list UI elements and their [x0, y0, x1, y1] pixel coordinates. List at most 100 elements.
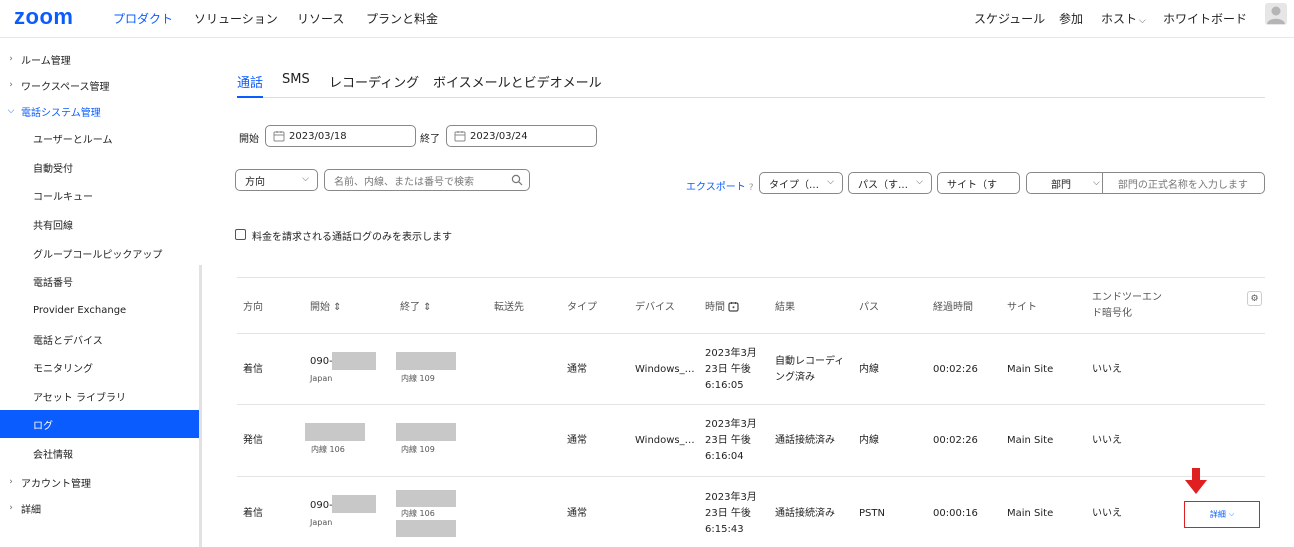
- department-divider: [1102, 173, 1103, 193]
- detail-button[interactable]: 詳細 ⌵: [1184, 501, 1260, 528]
- end-date-value: 2023/03/24: [470, 130, 528, 142]
- nav-solutions[interactable]: ソリューション: [194, 10, 278, 27]
- cell-elapsed: 00:02:26: [933, 435, 978, 446]
- cell-elapsed: 00:02:26: [933, 364, 978, 375]
- direction-select-value: 方向: [245, 176, 265, 188]
- cell-type: 通常: [567, 364, 587, 375]
- direction-select[interactable]: 方向 ⌵: [235, 169, 318, 191]
- col-header-end[interactable]: 終了 ⇕: [400, 300, 432, 315]
- sidebar-item-group-call-pickup[interactable]: グループコールピックアップ: [0, 239, 199, 267]
- col-header-result: 結果: [775, 302, 795, 313]
- nav-join[interactable]: 参加: [1059, 10, 1083, 27]
- path-select-value: パス（す…: [858, 179, 908, 191]
- sidebar-item-label: ルーム管理: [21, 55, 71, 67]
- tab-voicemail[interactable]: ボイスメールとビデオメール: [433, 72, 602, 91]
- search-icon: [511, 174, 523, 189]
- sidebar-item-company-info[interactable]: 会社情報: [0, 439, 199, 467]
- col-header-site: サイト: [1007, 302, 1037, 313]
- sidebar-item-asset-library[interactable]: アセット ライブラリ: [0, 382, 199, 410]
- sidebar-item-workspace-management[interactable]: › ワークスペース管理: [0, 71, 199, 99]
- site-select[interactable]: サイト（す: [937, 172, 1020, 194]
- redacted-block: [396, 520, 456, 537]
- end-date-field[interactable]: 2023/03/24: [446, 125, 597, 147]
- nav-product[interactable]: プロダクト: [113, 10, 173, 27]
- search-placeholder: 名前、内線、または番号で検索: [334, 176, 474, 188]
- cell-start-number: 090-: [310, 356, 333, 367]
- nav-schedule[interactable]: スケジュール: [974, 10, 1045, 27]
- cell-path: 内線: [859, 364, 879, 375]
- help-icon[interactable]: ?: [749, 183, 754, 193]
- chevron-right-icon: ›: [9, 503, 13, 513]
- col-header-e2ee-line1: エンドツーエン: [1092, 292, 1162, 303]
- sidebar-item-phone-numbers[interactable]: 電話番号: [0, 267, 199, 295]
- nav-whiteboard[interactable]: ホワイトボード: [1163, 10, 1247, 27]
- cell-time-line3: 6:16:04: [705, 451, 744, 462]
- redacted-block: [396, 423, 456, 441]
- department-input-placeholder: 部門の正式名称を入力します: [1117, 179, 1248, 191]
- sidebar-item-monitoring[interactable]: モニタリング: [0, 353, 199, 381]
- cell-time-line2: 23日 午後: [705, 364, 751, 375]
- sidebar-item-call-queue[interactable]: コールキュー: [0, 181, 199, 209]
- cell-result: 通話接続済み: [775, 435, 835, 446]
- cell-time-line2: 23日 午後: [705, 435, 751, 446]
- avatar-icon[interactable]: [1265, 3, 1287, 25]
- export-label: エクスポート: [686, 182, 746, 193]
- tab-sms[interactable]: SMS: [282, 72, 310, 87]
- sidebar-item-phone-system-management[interactable]: ⌵ 電話システム管理: [0, 97, 199, 125]
- cell-time-line1: 2023年3月: [705, 492, 757, 503]
- cell-elapsed: 00:00:16: [933, 508, 978, 519]
- sidebar-item-label: ワークスペース管理: [21, 81, 110, 93]
- cell-site: Main Site: [1007, 435, 1054, 446]
- chevron-down-icon: ⌵: [827, 177, 834, 187]
- cell-device: Windows_…: [635, 435, 695, 446]
- red-arrow-down-icon: [1185, 468, 1207, 494]
- cell-e2ee: いいえ: [1092, 364, 1122, 375]
- cell-site: Main Site: [1007, 364, 1054, 375]
- sidebar-item-room-management[interactable]: › ルーム管理: [0, 45, 199, 73]
- redacted-block: [332, 352, 376, 370]
- path-select[interactable]: パス（す… ⌵: [848, 172, 932, 194]
- nav-host[interactable]: ホスト ⌵: [1101, 10, 1146, 27]
- redacted-block: [305, 423, 365, 441]
- department-select-value[interactable]: 部門: [1051, 176, 1071, 191]
- billed-only-label: 料金を請求される通話ログのみを表示します: [252, 232, 452, 243]
- chevron-down-icon: ⌵: [916, 177, 923, 187]
- tab-recording[interactable]: レコーディング: [329, 72, 419, 91]
- sidebar-item-shared-lines[interactable]: 共有回線: [0, 210, 199, 238]
- cell-site: Main Site: [1007, 508, 1054, 519]
- site-select-value: サイト（す: [947, 179, 997, 191]
- col-header-path: パス: [859, 302, 879, 313]
- end-date-label: 終了: [420, 134, 440, 145]
- billed-only-checkbox[interactable]: [235, 229, 246, 240]
- redacted-block: [396, 490, 456, 507]
- search-input[interactable]: 名前、内線、または番号で検索: [324, 169, 530, 191]
- col-header-time: 時間: [705, 300, 739, 317]
- timezone-icon[interactable]: [728, 301, 739, 317]
- nav-resources[interactable]: リソース: [297, 10, 344, 27]
- cell-time-line1: 2023年3月: [705, 348, 757, 359]
- chevron-down-icon: ⌵: [7, 106, 15, 116]
- sidebar-item-label: 詳細: [21, 504, 41, 516]
- sidebar-item-account-management[interactable]: › アカウント管理: [0, 468, 199, 496]
- sidebar-item-phones-and-devices[interactable]: 電話とデバイス: [0, 325, 199, 353]
- table-header-border: [237, 333, 1265, 334]
- sidebar-item-users-and-rooms[interactable]: ユーザーとルーム: [0, 124, 199, 152]
- col-header-time-label: 時間: [705, 302, 725, 313]
- gear-icon[interactable]: ⚙: [1247, 291, 1262, 306]
- sidebar-item-logs[interactable]: ログ: [0, 410, 199, 438]
- col-header-start[interactable]: 開始 ⇕: [310, 300, 342, 315]
- department-filter[interactable]: 部門 ⌵ 部門の正式名称を入力します: [1026, 172, 1265, 194]
- cell-path: 内線: [859, 435, 879, 446]
- sidebar-item-advanced[interactable]: › 詳細: [0, 494, 199, 522]
- sidebar-item-auto-receptionist[interactable]: 自動受付: [0, 153, 199, 181]
- sidebar-scrollbar[interactable]: [199, 265, 202, 547]
- export-link[interactable]: エクスポート?: [686, 178, 753, 193]
- sidebar-item-provider-exchange[interactable]: Provider Exchange: [0, 296, 199, 324]
- start-date-field[interactable]: 2023/03/18: [265, 125, 416, 147]
- cell-direction: 発信: [243, 435, 263, 446]
- cell-time-line3: 6:16:05: [705, 380, 744, 391]
- type-select[interactable]: タイプ（… ⌵: [759, 172, 843, 194]
- zoom-logo[interactable]: zoom: [14, 4, 73, 30]
- tab-calls[interactable]: 通話: [237, 72, 263, 91]
- nav-pricing[interactable]: プランと料金: [366, 10, 438, 27]
